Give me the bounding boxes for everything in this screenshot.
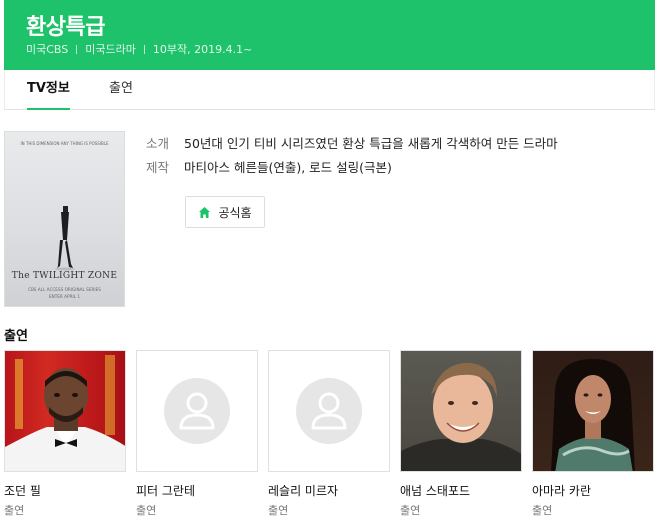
home-icon — [199, 206, 211, 218]
official-home-button[interactable]: 공식홈 — [185, 196, 265, 228]
cast-name[interactable]: 조던 필 — [4, 482, 126, 499]
cast-photo[interactable] — [532, 350, 654, 472]
info-row-intro: 소개 50년대 인기 티비 시리즈였던 환상 특급을 새롭게 각색하여 만든 드… — [146, 135, 558, 153]
cast-role: 출연 — [268, 504, 289, 517]
cast-card: 조던 필 출연 — [4, 350, 126, 518]
meta-episodes: 10부작, 2019.4.1~ — [152, 43, 253, 56]
info-label: 제작 — [146, 160, 170, 175]
cast-photo-placeholder[interactable] — [136, 350, 258, 472]
poster-credit: CBS ALL ACCESS ORIGINAL SERIES — [28, 287, 101, 292]
info-value[interactable]: 마티아스 헤른들(연출), 로드 설링(극본) — [184, 159, 392, 177]
poster-image[interactable]: IN THIS DIMENSION ANY THING IS POSSIBLE … — [4, 131, 125, 307]
tab-bar: TV정보 출연 — [4, 70, 655, 110]
info-value: 50년대 인기 티비 시리즈였던 환상 특급을 새롭게 각색하여 만든 드라마 — [184, 136, 558, 151]
person-silhouette — [5, 355, 125, 471]
info-label: 소개 — [146, 136, 170, 151]
cast-role: 출연 — [532, 504, 553, 517]
cast-card: 아마라 카란 출연 — [532, 350, 654, 518]
poster-logo: The TWILIGHT ZONE — [11, 271, 118, 281]
cast-card: 애넘 스태포드 출연 — [400, 350, 522, 518]
cast-role: 출연 — [400, 504, 421, 517]
person-silhouette — [401, 362, 521, 471]
cast-role: 출연 — [136, 504, 157, 517]
cast-name[interactable]: 아마라 카란 — [532, 482, 654, 499]
cast-photo-placeholder[interactable] — [268, 350, 390, 472]
cast-role: 출연 — [4, 504, 25, 517]
default-profile-icon — [296, 378, 362, 444]
meta-broadcaster[interactable]: 미국CBS — [26, 41, 68, 57]
show-info: 소개 50년대 인기 티비 시리즈였던 환상 특급을 새롭게 각색하여 만든 드… — [146, 135, 558, 183]
tab-tv-info[interactable]: TV정보 — [27, 70, 70, 110]
meta-divider — [143, 44, 145, 54]
page-title[interactable]: 환상특급 — [26, 9, 105, 41]
cast-card: 피터 그란테 출연 — [136, 350, 258, 518]
cast-card: 레슬리 미르자 출연 — [268, 350, 390, 518]
tab-cast[interactable]: 출연 — [109, 70, 133, 110]
meta-divider — [76, 44, 78, 54]
info-row-production: 제작 마티아스 헤른들(연출), 로드 설링(극본) — [146, 159, 558, 177]
poster-date: ENTER APRIL 1 — [48, 294, 81, 299]
cast-photo[interactable] — [4, 350, 126, 472]
meta-genre[interactable]: 미국드라마 — [85, 41, 136, 57]
cast-section-title: 출연 — [4, 329, 28, 344]
default-profile-icon — [164, 378, 230, 444]
cast-name[interactable]: 애넘 스태포드 — [400, 482, 522, 499]
title-header: 환상특급 미국CBS 미국드라마 10부작, 2019.4.1~ — [4, 0, 655, 70]
meta-line: 미국CBS 미국드라마 10부작, 2019.4.1~ — [26, 41, 252, 57]
cast-photo[interactable] — [400, 350, 522, 472]
person-silhouette — [551, 359, 635, 471]
official-home-label: 공식홈 — [218, 205, 252, 220]
cast-name[interactable]: 피터 그란테 — [136, 482, 258, 499]
cast-name[interactable]: 레슬리 미르자 — [268, 482, 390, 499]
